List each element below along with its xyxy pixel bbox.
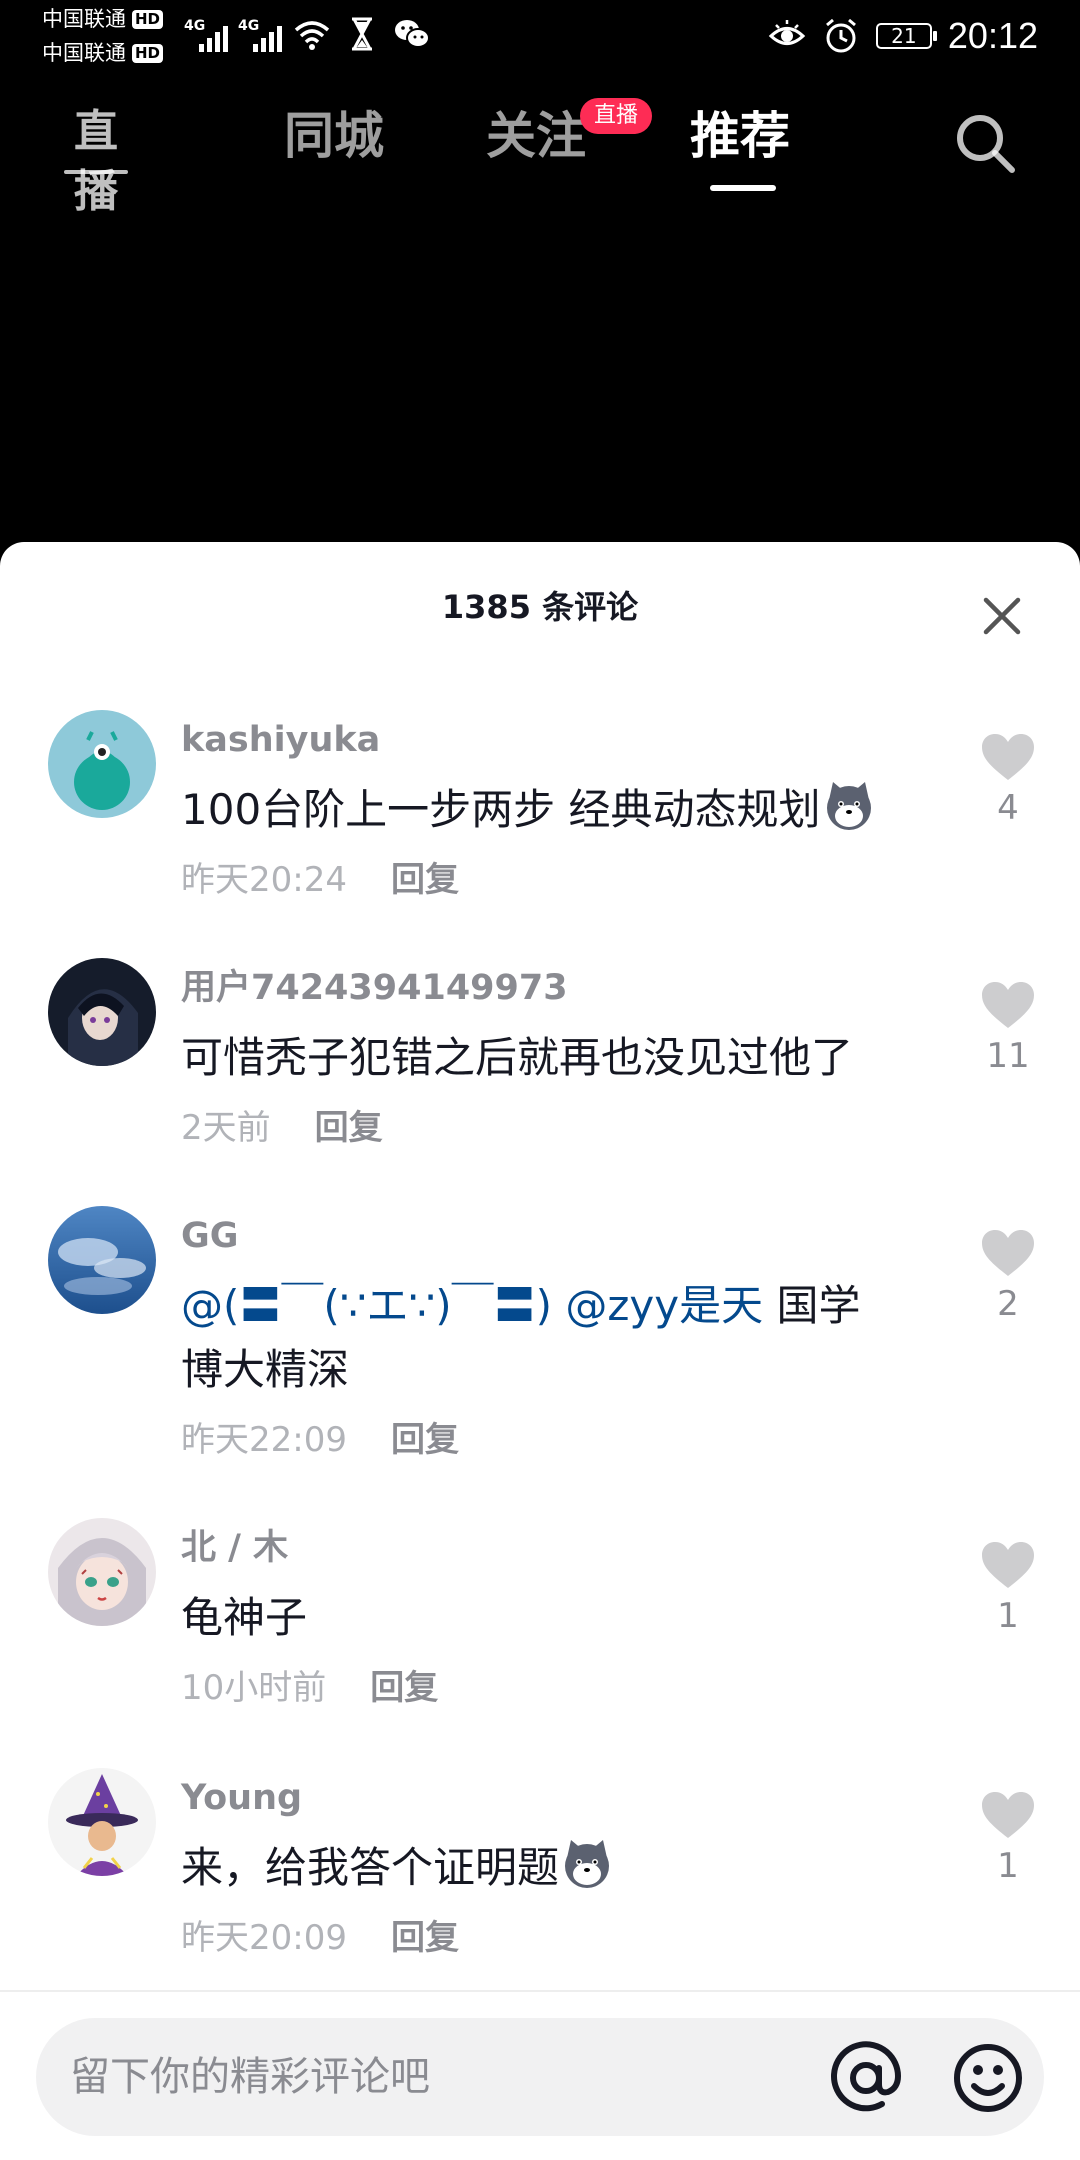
app-screen: 中国联通 HD 中国联通 HD 4G 4G 21 20:12 直播 同城 关注 … [0, 0, 1080, 2160]
comment-input[interactable]: 留下你的精彩评论吧 [36, 2018, 1044, 2136]
comment-meta: 昨天20:09 回复 [181, 1916, 459, 1960]
at-mention-icon[interactable] [826, 2038, 906, 2118]
heart-icon [982, 734, 1034, 780]
like-button[interactable]: 4 [972, 732, 1044, 830]
comment-time: 10小时前 [181, 1668, 327, 1708]
status-bar: 中国联通 HD 中国联通 HD 4G 4G 21 20:12 [0, 0, 1080, 76]
avatar[interactable] [48, 1518, 156, 1626]
close-icon[interactable] [978, 592, 1026, 640]
heart-icon [982, 1230, 1034, 1276]
comment-meta: 2天前 回复 [181, 1106, 383, 1150]
heart-icon [982, 982, 1034, 1028]
carrier-1: 中国联通 HD [42, 6, 164, 32]
mention-link[interactable]: @zyy是天 [565, 1281, 763, 1330]
comment-text-body: 国学 [776, 1281, 861, 1330]
comment-item: 北 / 木 龟神子 10小时前 回复 1 [0, 1518, 1080, 1758]
like-button[interactable]: 1 [972, 1790, 1044, 1888]
like-count: 2 [997, 1284, 1019, 1324]
live-underline [64, 170, 128, 174]
eye-icon [768, 20, 806, 45]
reply-button[interactable]: 回复 [315, 1106, 383, 1150]
signal-icon: 4G [238, 18, 282, 54]
reply-button[interactable]: 回复 [370, 1666, 438, 1710]
battery-icon: 21 [875, 23, 937, 49]
clock-time: 20:12 [947, 15, 1038, 56]
heart-icon [982, 1792, 1034, 1838]
avatar[interactable] [48, 958, 156, 1066]
comment-time: 昨天20:09 [181, 1918, 347, 1958]
emoji-icon[interactable] [948, 2038, 1028, 2118]
comment-text-body: 来，给我答个证明题 [181, 1843, 560, 1892]
comment-username[interactable]: kashiyuka [181, 718, 380, 762]
dog-emoji-icon [565, 1840, 610, 1888]
like-count: 1 [997, 1596, 1019, 1636]
like-button[interactable]: 2 [972, 1228, 1044, 1326]
comment-text-body: 100台阶上一步两步 经典动态规划 [181, 785, 821, 834]
comment-item: kashiyuka 100台阶上一步两步 经典动态规划 昨天20:24 回复 4 [0, 710, 1080, 950]
carrier-1-label: 中国联通 [42, 7, 126, 31]
hd-badge: HD [132, 43, 164, 63]
tab-recommended[interactable]: 推荐 [690, 104, 790, 168]
comments-sheet: 1385 条评论 kashiyuka 100台阶上一步两步 经典动态规划 昨天2… [0, 542, 1080, 2160]
avatar[interactable] [48, 1768, 156, 1876]
comment-item: Young 来，给我答个证明题 昨天20:09 回复 1 [0, 1768, 1080, 2008]
comment-meta: 10小时前 回复 [181, 1666, 438, 1710]
tab-nearby[interactable]: 同城 [284, 104, 384, 168]
reply-button[interactable]: 回复 [391, 1418, 459, 1462]
signal-icon: 4G [184, 18, 228, 54]
avatar[interactable] [48, 1206, 156, 1314]
live-badge: 直播 [580, 98, 653, 134]
comment-text: 100台阶上一步两步 经典动态规划 [181, 778, 921, 842]
like-button[interactable]: 11 [972, 980, 1044, 1078]
comment-input-bar: 留下你的精彩评论吧 [0, 1990, 1080, 2160]
comment-time: 2天前 [181, 1108, 271, 1148]
top-nav: 直播 同城 关注 直播 推荐 [0, 90, 1080, 217]
like-count: 11 [986, 1036, 1030, 1076]
reply-button[interactable]: 回复 [391, 858, 459, 902]
comment-time: 昨天20:24 [181, 860, 347, 900]
hd-badge: HD [132, 9, 164, 29]
comment-text: 龟神子 [181, 1593, 308, 1642]
live-button[interactable]: 直播 [60, 102, 132, 217]
reply-button[interactable]: 回复 [391, 1916, 459, 1960]
like-button[interactable]: 1 [972, 1540, 1044, 1638]
signal-indicators: 4G 4G [184, 14, 432, 54]
wifi-icon [294, 21, 330, 50]
comment-input-placeholder: 留下你的精彩评论吧 [70, 2054, 430, 2100]
comment-text: 可惜秃子犯错之后就再也没见过他了 [181, 1033, 854, 1082]
dog-emoji-icon [826, 782, 871, 830]
comment-username[interactable]: Young [181, 1776, 302, 1820]
wechat-icon [395, 20, 430, 48]
comment-meta: 昨天22:09 回复 [181, 1418, 459, 1462]
comment-username[interactable]: 北 / 木 [181, 1526, 288, 1570]
comment-item: GG @(〓￣(∵エ∵)￣〓) @zyy是天 国学 博大精深 昨天22:09 回复… [0, 1206, 1080, 1516]
carrier-2: 中国联通 HD [42, 40, 164, 66]
comment-text-body: 博大精深 [181, 1345, 350, 1394]
active-tab-indicator [710, 185, 776, 191]
search-icon[interactable] [950, 108, 1020, 178]
comment-text: @(〓￣(∵エ∵)￣〓) @zyy是天 国学 博大精深 [181, 1274, 921, 1402]
comment-item: 用户7424394149973 可惜秃子犯错之后就再也没见过他了 2天前 回复 1… [0, 958, 1080, 1198]
carrier-2-label: 中国联通 [42, 41, 126, 65]
live-label: 直播 [74, 106, 118, 217]
comment-text: 来，给我答个证明题 [181, 1836, 921, 1900]
comment-username[interactable]: GG [181, 1214, 238, 1258]
alarm-icon [825, 18, 856, 53]
like-count: 4 [997, 788, 1019, 828]
heart-icon [982, 1542, 1034, 1588]
avatar[interactable] [48, 710, 156, 818]
comment-meta: 昨天20:24 回复 [181, 858, 459, 902]
mention-link[interactable]: @(〓￣(∵エ∵)￣〓) [181, 1281, 552, 1330]
like-count: 1 [997, 1846, 1019, 1886]
status-right: 21 20:12 [768, 12, 1038, 60]
comment-time: 昨天22:09 [181, 1420, 347, 1460]
tab-following[interactable]: 关注 [486, 104, 586, 168]
hourglass-icon [352, 17, 372, 51]
comments-count-title: 1385 条评论 [441, 588, 639, 626]
comment-username[interactable]: 用户7424394149973 [181, 966, 568, 1010]
